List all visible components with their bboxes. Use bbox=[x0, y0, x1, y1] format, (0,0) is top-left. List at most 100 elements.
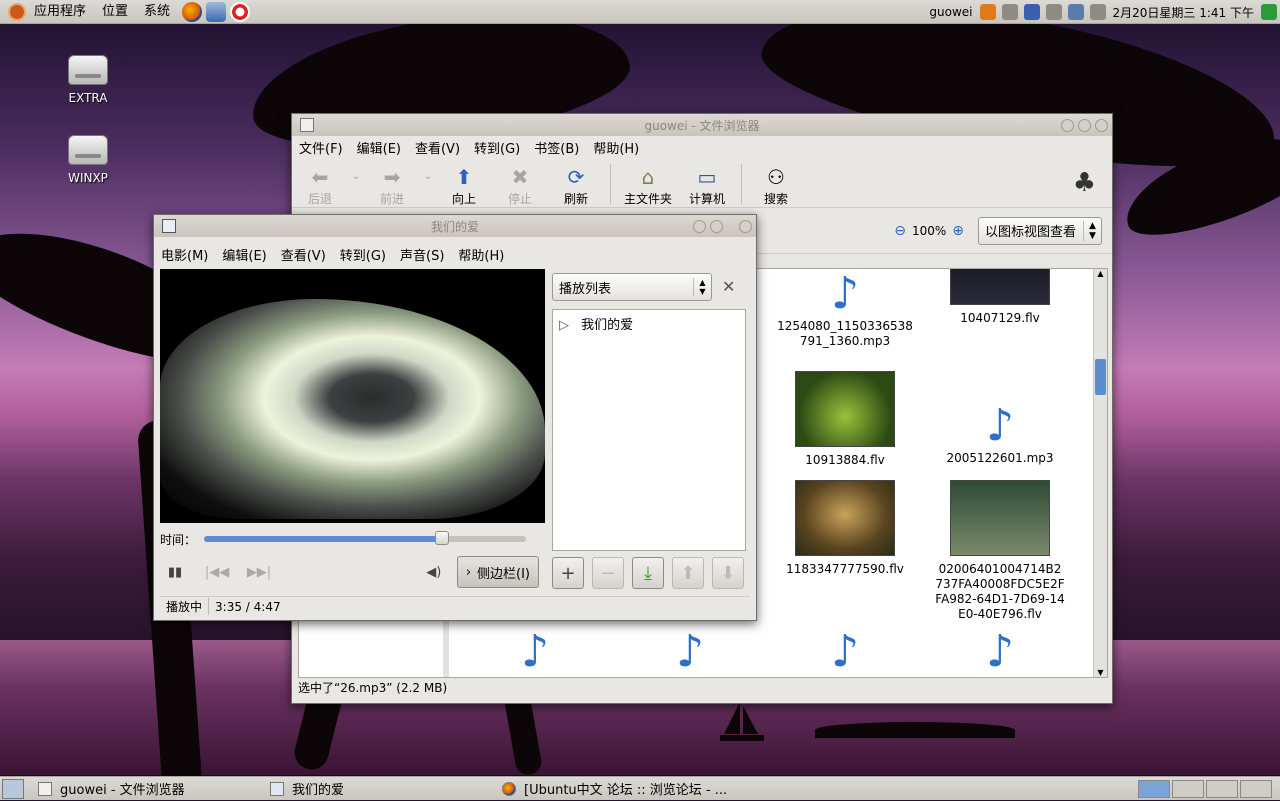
back-button[interactable]: ⬅ 后退 bbox=[292, 164, 348, 207]
close-button[interactable] bbox=[739, 219, 752, 233]
workspace-4[interactable] bbox=[1240, 780, 1272, 798]
pause-button[interactable]: ▮▮ bbox=[160, 559, 190, 585]
playlist-item[interactable]: ▷ 我们的爱 bbox=[559, 314, 739, 333]
file-item[interactable]: 10407129.flv bbox=[925, 269, 1075, 326]
file-item[interactable]: ♪ 2005122601.mp3 bbox=[925, 401, 1075, 466]
file-browser-titlebar[interactable]: guowei - 文件浏览器 bbox=[292, 114, 1112, 136]
audio-file-item[interactable]: ♪ bbox=[460, 627, 610, 677]
firefox-icon bbox=[502, 781, 516, 796]
zoom-out-icon[interactable]: ⊖ bbox=[894, 223, 906, 239]
menu-sound[interactable]: 声音(S) bbox=[393, 245, 451, 264]
refresh-button[interactable]: ⟳ 刷新 bbox=[548, 164, 604, 207]
network-icon[interactable] bbox=[979, 4, 996, 20]
playback-time: 3:35 / 4:47 bbox=[215, 599, 281, 614]
island bbox=[815, 722, 1015, 738]
computer-icon: ▭ bbox=[697, 165, 717, 189]
scroll-up-icon[interactable]: ▲ bbox=[1094, 269, 1107, 278]
scrollbar-thumb[interactable] bbox=[1095, 359, 1106, 395]
search-button[interactable]: ⚇ 搜索 bbox=[748, 164, 804, 207]
vertical-scrollbar[interactable]: ▲ ▼ bbox=[1093, 269, 1107, 677]
volume-icon[interactable] bbox=[1089, 4, 1106, 20]
display-icon[interactable] bbox=[1067, 4, 1084, 20]
seek-handle[interactable] bbox=[435, 531, 450, 545]
scroll-down-icon[interactable]: ▼ bbox=[1094, 668, 1107, 677]
zoom-in-icon[interactable]: ⊕ bbox=[952, 223, 964, 239]
clock[interactable]: 2月20日星期三 1:41 下午 bbox=[1113, 4, 1254, 21]
audio-file-item[interactable]: ♪ bbox=[770, 627, 920, 677]
stop-button[interactable]: ✖ 停止 bbox=[492, 164, 548, 207]
back-history-dropdown[interactable]: ⌄ bbox=[348, 164, 364, 190]
workspace-2[interactable] bbox=[1172, 780, 1204, 798]
file-item[interactable]: 02006401004714B2737FA40008FDC5E2FFA982-6… bbox=[925, 480, 1075, 622]
file-item[interactable]: ♪ 1254080_1150336538791_1360.mp3 bbox=[770, 269, 920, 349]
movie-player-titlebar[interactable]: 我们的爱 bbox=[154, 215, 756, 237]
file-name: 1183347777590.flv bbox=[786, 562, 904, 576]
menu-edit[interactable]: 编辑(E) bbox=[215, 245, 273, 264]
minimize-button[interactable] bbox=[1061, 118, 1074, 132]
ubuntu-logo-icon[interactable] bbox=[8, 2, 26, 21]
maximize-button[interactable] bbox=[710, 219, 723, 233]
home-folder-button[interactable]: ⌂ 主文件夹 bbox=[617, 164, 679, 207]
show-desktop-button[interactable] bbox=[2, 778, 24, 799]
file-name: 10913884.flv bbox=[805, 453, 885, 467]
help-launcher-icon[interactable] bbox=[230, 1, 251, 22]
previous-button[interactable]: |◀◀ bbox=[202, 559, 232, 585]
forward-button[interactable]: ➡ 前进 bbox=[364, 164, 420, 207]
next-button[interactable]: ▶▶| bbox=[244, 559, 274, 585]
taskbar-item-movie-player[interactable]: 我们的爱 bbox=[262, 778, 494, 800]
maximize-button[interactable] bbox=[1078, 118, 1091, 132]
remove-button[interactable]: − bbox=[592, 557, 624, 589]
menu-view[interactable]: 查看(V) bbox=[274, 245, 333, 264]
playlist[interactable]: ▷ 我们的爱 bbox=[552, 309, 746, 551]
menu-places[interactable]: 位置 bbox=[94, 0, 136, 24]
chevron-updown-icon: ▲ ▼ bbox=[693, 278, 711, 296]
bluetooth-icon[interactable] bbox=[1023, 4, 1040, 20]
volume-button[interactable]: ◀) bbox=[419, 559, 449, 585]
minimize-button[interactable] bbox=[693, 219, 706, 233]
zoom-level[interactable]: 100% bbox=[912, 224, 946, 238]
menu-view[interactable]: 查看(V) bbox=[408, 138, 467, 157]
desktop-icon-winxp[interactable]: WINXP bbox=[48, 135, 128, 185]
menu-edit[interactable]: 编辑(E) bbox=[350, 138, 408, 157]
desktop-icon-extra[interactable]: EXTRA bbox=[48, 55, 128, 105]
logout-icon[interactable] bbox=[1261, 4, 1277, 20]
video-area[interactable] bbox=[160, 269, 545, 523]
workspace-3[interactable] bbox=[1206, 780, 1238, 798]
menu-bookmarks[interactable]: 书签(B) bbox=[527, 138, 586, 157]
drive-icon[interactable] bbox=[1045, 4, 1062, 20]
move-up-button[interactable]: ⬆ bbox=[672, 557, 704, 589]
computer-button[interactable]: ▭ 计算机 bbox=[679, 164, 735, 207]
close-button[interactable] bbox=[1095, 118, 1108, 132]
menu-file[interactable]: 文件(F) bbox=[292, 138, 350, 157]
move-down-button[interactable]: ⬇ bbox=[712, 557, 744, 589]
menu-applications[interactable]: 应用程序 bbox=[26, 0, 94, 24]
menu-help[interactable]: 帮助(H) bbox=[451, 245, 511, 264]
view-mode-select[interactable]: 以图标视图查看 ▲ ▼ bbox=[978, 216, 1102, 245]
volume-icon: ◀) bbox=[426, 564, 442, 580]
menu-go[interactable]: 转到(G) bbox=[333, 245, 393, 264]
playlist-selector[interactable]: 播放列表 ▲ ▼ bbox=[552, 273, 712, 301]
mail-launcher-icon[interactable] bbox=[206, 1, 227, 22]
menu-movie[interactable]: 电影(M) bbox=[154, 245, 215, 264]
up-button[interactable]: ⬆ 向上 bbox=[436, 164, 492, 207]
taskbar-item-file-browser[interactable]: guowei - 文件浏览器 bbox=[30, 778, 262, 800]
audio-file-item[interactable]: ♪ bbox=[925, 627, 1075, 677]
menu-system[interactable]: 系统 bbox=[136, 0, 178, 24]
add-button[interactable]: + bbox=[552, 557, 584, 589]
audio-file-icon: ♪ bbox=[830, 626, 860, 677]
user-name[interactable]: guowei bbox=[929, 5, 972, 19]
update-icon[interactable] bbox=[1001, 4, 1018, 20]
firefox-launcher-icon[interactable] bbox=[182, 1, 203, 22]
file-item[interactable]: 1183347777590.flv bbox=[770, 480, 920, 577]
sidebar-toggle-button[interactable]: › 侧边栏(I) bbox=[456, 556, 539, 588]
save-playlist-button[interactable]: ⤓ bbox=[632, 557, 664, 589]
seek-slider[interactable] bbox=[204, 531, 527, 545]
workspace-1[interactable] bbox=[1138, 780, 1170, 798]
taskbar-item-firefox[interactable]: [Ubuntu中文 论坛 :: 浏览论坛 - ... bbox=[494, 778, 794, 800]
menu-help[interactable]: 帮助(H) bbox=[586, 138, 646, 157]
menu-go[interactable]: 转到(G) bbox=[467, 138, 527, 157]
file-item[interactable]: 10913884.flv bbox=[770, 371, 920, 468]
close-icon[interactable]: ✕ bbox=[722, 277, 735, 296]
audio-file-item[interactable]: ♪ bbox=[615, 627, 765, 677]
forward-history-dropdown[interactable]: ⌄ bbox=[420, 164, 436, 190]
